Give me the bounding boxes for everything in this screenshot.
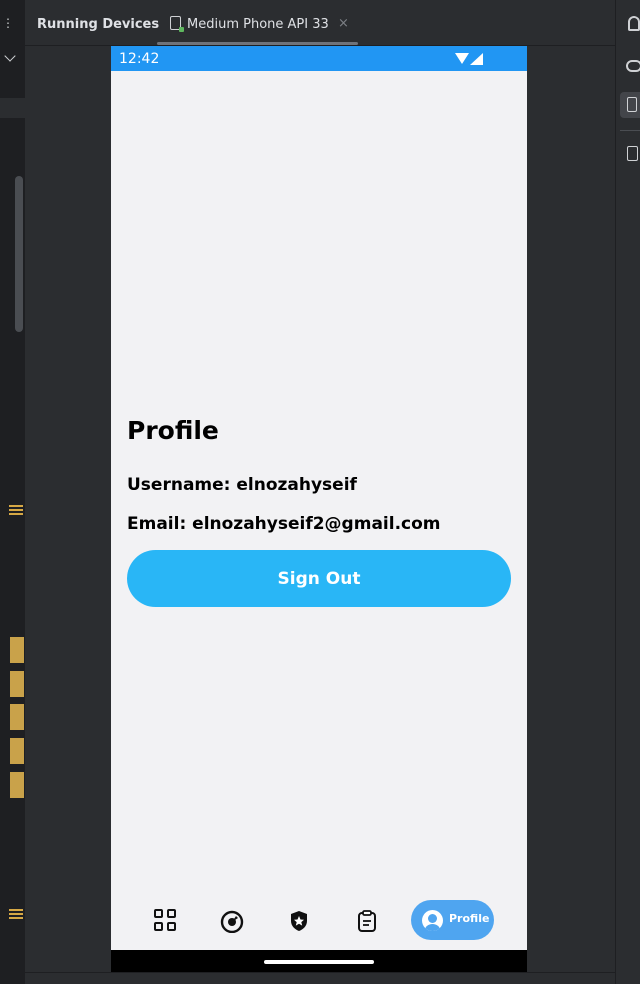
clipboard-icon[interactable] (355, 909, 379, 933)
scrollbar-thumb[interactable] (15, 176, 23, 332)
phone-screen: 12:42 Profile Username: elnozahyseif Ema… (111, 46, 527, 972)
signal-icon (470, 53, 483, 65)
device-icon (170, 16, 184, 32)
change-marker (10, 671, 24, 697)
gauge-icon[interactable] (220, 909, 244, 934)
profile-avatar-icon (422, 910, 443, 931)
username-text: Username: elnozahyseif (127, 475, 357, 495)
right-tool-strip (615, 0, 640, 984)
selected-row-indicator (0, 98, 25, 118)
page-title: Profile (127, 416, 219, 445)
menu-lines-icon (9, 505, 23, 515)
gesture-navigation-bar (111, 950, 527, 972)
device-manager-icon[interactable] (627, 146, 638, 161)
change-marker (10, 637, 24, 663)
change-marker (10, 738, 24, 764)
divider (620, 130, 640, 131)
phone-icon (627, 97, 637, 112)
gamepad-icon[interactable] (626, 60, 640, 72)
device-tab-label: Medium Phone API 33 (187, 17, 329, 32)
wifi-icon (455, 53, 469, 64)
more-options-icon[interactable]: ⋮ (2, 16, 14, 30)
gesture-handle[interactable] (264, 960, 374, 964)
device-tab[interactable]: Medium Phone API 33 (170, 16, 329, 32)
active-tab-underline (157, 42, 358, 45)
ide-window: ⋮ Running Devices Medium Phone API 33 × … (0, 0, 640, 984)
ide-status-bar (25, 972, 615, 984)
android-status-bar: 12:42 (111, 46, 527, 71)
bottom-navigation: Profile (111, 896, 527, 950)
sign-out-button[interactable]: Sign Out (127, 550, 511, 607)
change-marker (10, 772, 24, 798)
menu-lines-icon (9, 909, 23, 919)
running-devices-tab-bar: Running Devices Medium Phone API 33 × (25, 0, 615, 46)
email-text: Email: elnozahyseif2@gmail.com (127, 514, 441, 534)
nav-item-profile[interactable]: Profile (411, 900, 494, 940)
nav-item-label: Profile (449, 912, 490, 925)
badge-star-icon[interactable] (287, 909, 311, 933)
chevron-down-icon[interactable] (4, 50, 16, 62)
close-tab-icon[interactable]: × (338, 16, 349, 31)
change-marker (10, 704, 24, 730)
running-devices-tool-button[interactable] (620, 92, 640, 118)
notifications-icon[interactable] (628, 16, 640, 31)
panel-title: Running Devices (37, 17, 160, 32)
status-time: 12:42 (119, 51, 160, 67)
grid-icon[interactable] (154, 909, 178, 933)
left-tool-strip: ⋮ (0, 0, 25, 984)
